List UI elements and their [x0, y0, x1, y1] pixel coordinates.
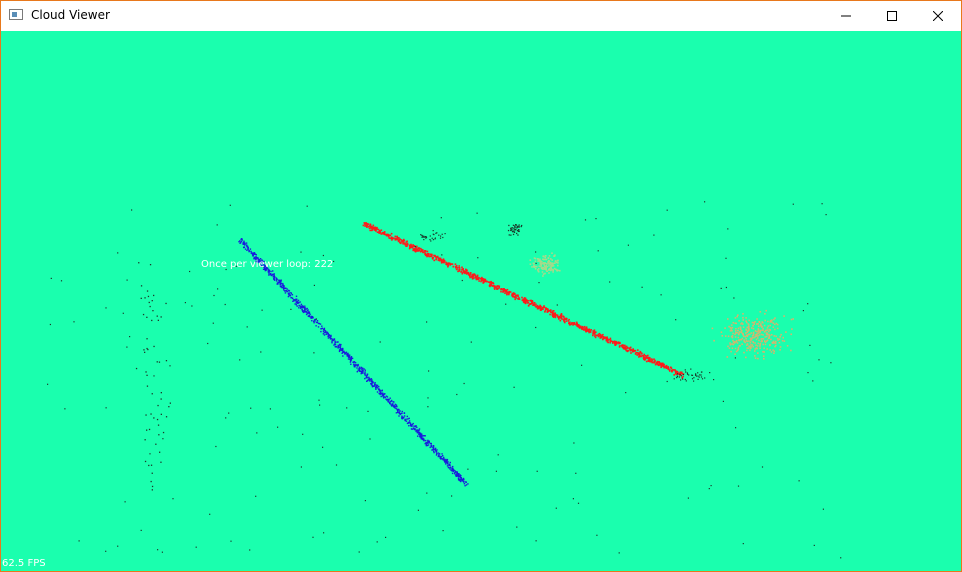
- red-line-cloud: [362, 222, 685, 379]
- orange-cluster-cloud: [711, 309, 794, 360]
- point-cloud-viewport[interactable]: Once per viewer loop: 222 62.5 FPS: [1, 31, 961, 571]
- dark-points-cloud: [47, 201, 842, 559]
- point-cloud-canvas: [47, 201, 842, 559]
- fps-counter: 62.5 FPS: [2, 558, 46, 569]
- viewer-loop-counter: Once per viewer loop: 222: [201, 259, 334, 270]
- light-cluster-cloud: [529, 252, 561, 277]
- title-bar[interactable]: Cloud Viewer: [1, 1, 961, 31]
- close-icon: [933, 11, 943, 21]
- minimize-icon: [841, 15, 851, 17]
- blue-line-cloud: [238, 238, 469, 487]
- app-icon: [9, 9, 23, 20]
- window-title: Cloud Viewer: [31, 8, 110, 22]
- close-button[interactable]: [915, 1, 961, 31]
- minimize-button[interactable]: [823, 1, 869, 31]
- cloud-viewer-window: Cloud Viewer Once per viewer loop: 222 6…: [0, 0, 962, 572]
- maximize-icon: [887, 11, 897, 21]
- maximize-button[interactable]: [869, 1, 915, 31]
